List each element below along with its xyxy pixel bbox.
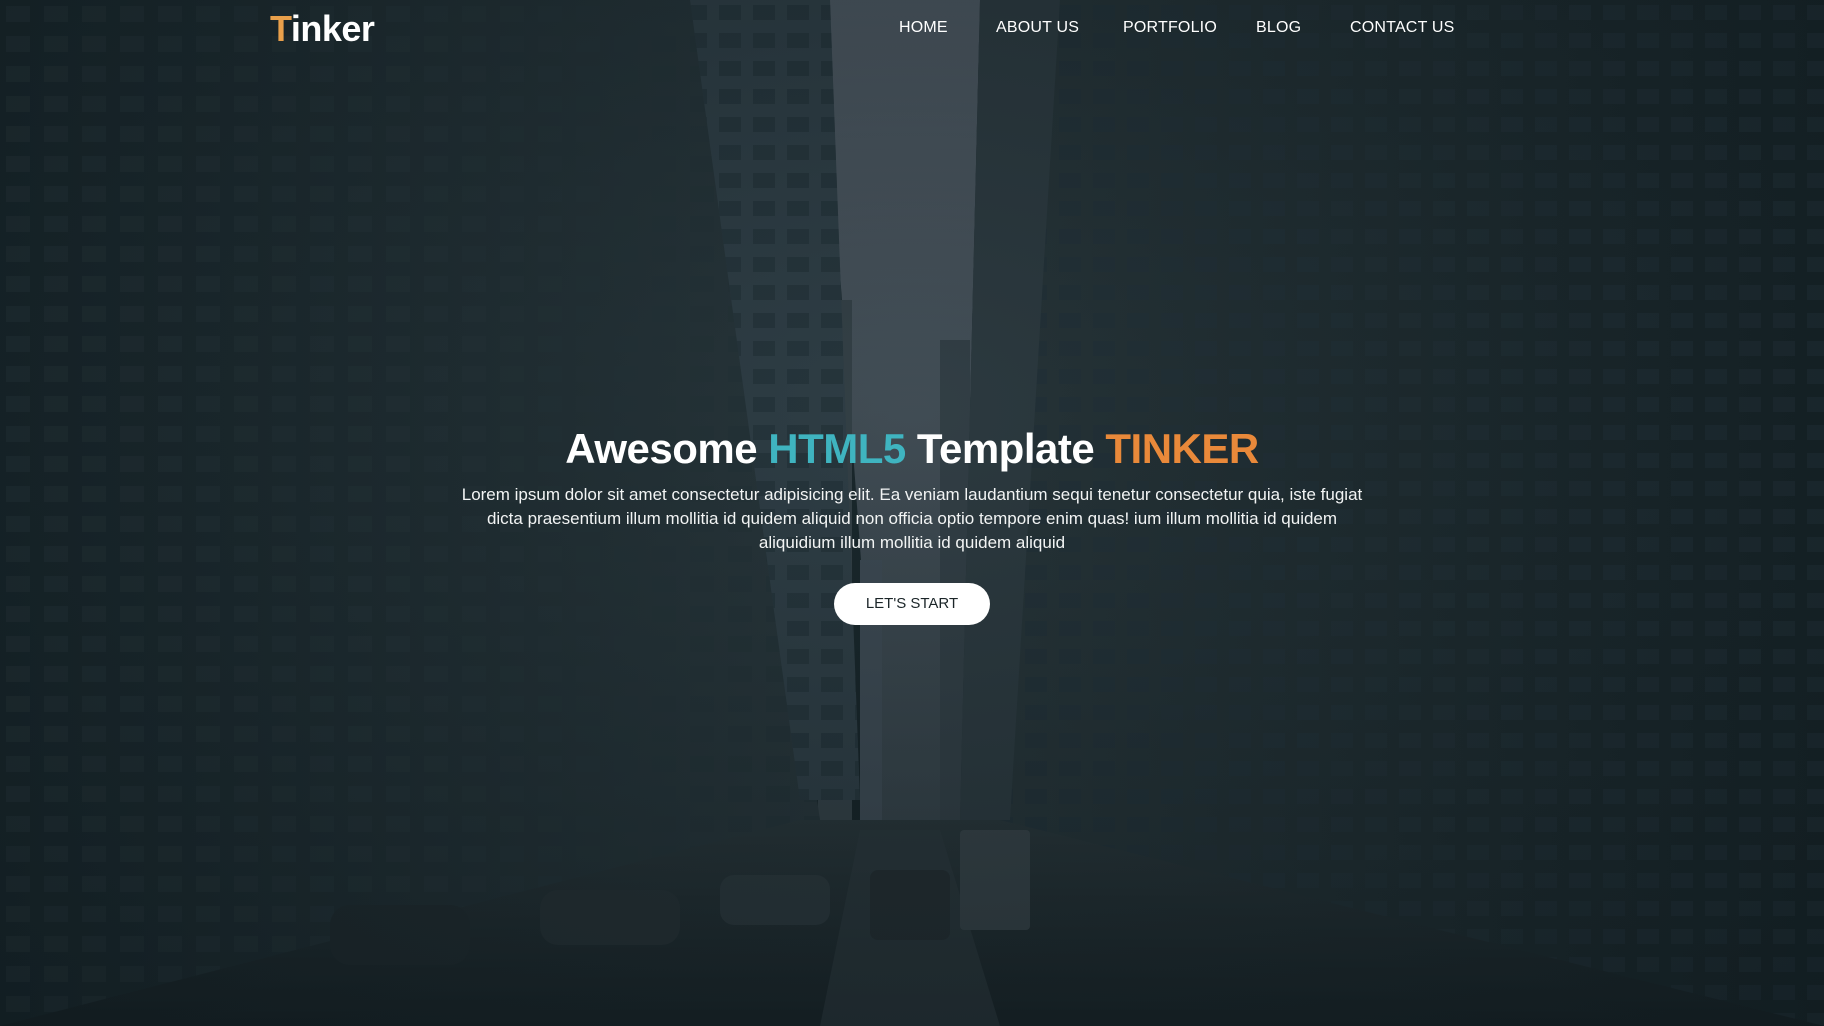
nav-item-portfolio[interactable]: PORTFOLIO xyxy=(1123,19,1217,37)
headline-text-1: Awesome xyxy=(565,425,769,472)
hero-content: Awesome HTML5 Template TINKER Lorem ipsu… xyxy=(0,425,1824,625)
hero-lead-paragraph: Lorem ipsum dolor sit amet consectetur a… xyxy=(461,485,1363,552)
nav-item-home[interactable]: HOME xyxy=(899,19,948,37)
hero-headline: Awesome HTML5 Template TINKER xyxy=(0,425,1824,473)
nav-item-blog[interactable]: BLOG xyxy=(1256,19,1301,37)
nav-item-contact-us[interactable]: CONTACT US xyxy=(1350,19,1455,37)
headline-accent-html5: HTML5 xyxy=(768,425,906,472)
headline-accent-tinker: TINKER xyxy=(1105,425,1259,472)
top-navbar: Tinker HOME ABOUT US PORTFOLIO BLOG CONT… xyxy=(0,0,1824,60)
hero-section: Tinker HOME ABOUT US PORTFOLIO BLOG CONT… xyxy=(0,0,1824,1026)
nav-item-about-us[interactable]: ABOUT US xyxy=(996,19,1079,37)
logo-first-letter: T xyxy=(270,8,291,49)
lets-start-button[interactable]: LET'S START xyxy=(834,583,990,625)
logo-text: inker xyxy=(290,8,375,49)
headline-text-2: Template xyxy=(905,425,1106,472)
brand-logo[interactable]: Tinker xyxy=(270,8,375,50)
